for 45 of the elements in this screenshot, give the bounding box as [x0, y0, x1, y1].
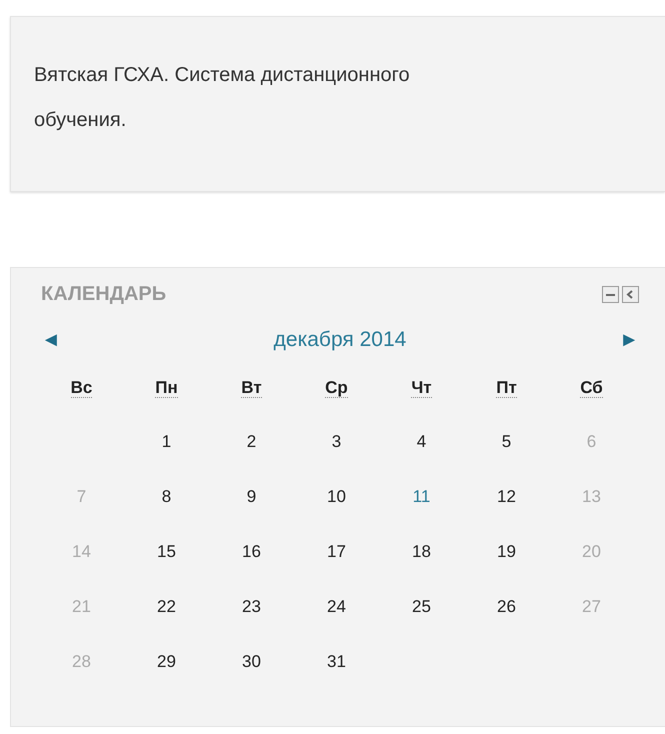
calendar-day: 30 [242, 652, 261, 672]
calendar-day: 19 [497, 542, 516, 562]
calendar-day: 31 [327, 652, 346, 672]
calendar-day: 1 [162, 432, 172, 452]
weekday-label: Вт [241, 378, 262, 398]
calendar-day: 4 [416, 432, 426, 452]
calendar-day: 6 [586, 432, 596, 452]
weekday-label: Чт [411, 378, 432, 398]
calendar-day: 12 [497, 486, 516, 506]
calendar-day: 2 [246, 432, 256, 452]
calendar-day: 18 [412, 542, 431, 562]
calendar-day: 14 [72, 542, 91, 562]
calendar-day: 9 [246, 486, 256, 506]
calendar-day: 10 [327, 486, 346, 506]
calendar-title: КАЛЕНДАРЬ [41, 282, 166, 306]
month-title: декабря 2014 [274, 328, 406, 352]
calendar-day: 20 [582, 542, 601, 562]
calendar-day: 29 [157, 652, 176, 672]
calendar-day: 13 [582, 486, 601, 506]
calendar-day: 11 [412, 486, 430, 506]
calendar-day: 5 [502, 432, 512, 452]
calendar-day: 26 [497, 596, 516, 616]
calendar-day: 23 [242, 596, 261, 616]
calendar-day: 27 [582, 596, 601, 616]
next-month-link[interactable]: ► [619, 328, 639, 352]
previous-month-link[interactable]: ◄ [41, 328, 61, 352]
collapse-icon[interactable] [602, 286, 619, 302]
calendar-day: 25 [412, 596, 431, 616]
calendar-day: 8 [162, 486, 172, 506]
calendar-day: 24 [327, 596, 346, 616]
calendar-day: 17 [327, 542, 346, 562]
calendar-day: 3 [332, 432, 342, 452]
calendar-day: 22 [157, 596, 176, 616]
calendar-day: 15 [157, 542, 176, 562]
calendar-day: 16 [242, 542, 261, 562]
dock-icon[interactable] [622, 286, 639, 302]
weekday-label: Пт [496, 378, 517, 398]
calendar-day: 21 [72, 596, 91, 616]
weekday-label: Вс [70, 378, 92, 398]
weekday-label: Ср [325, 378, 348, 398]
weekday-label: Пн [155, 378, 178, 398]
site-description: Вятская ГСХА. Система дистанционного обучения. [34, 63, 411, 133]
calendar-day: 28 [72, 652, 91, 672]
calendar-day: 7 [76, 486, 86, 506]
weekday-label: Сб [580, 378, 603, 398]
